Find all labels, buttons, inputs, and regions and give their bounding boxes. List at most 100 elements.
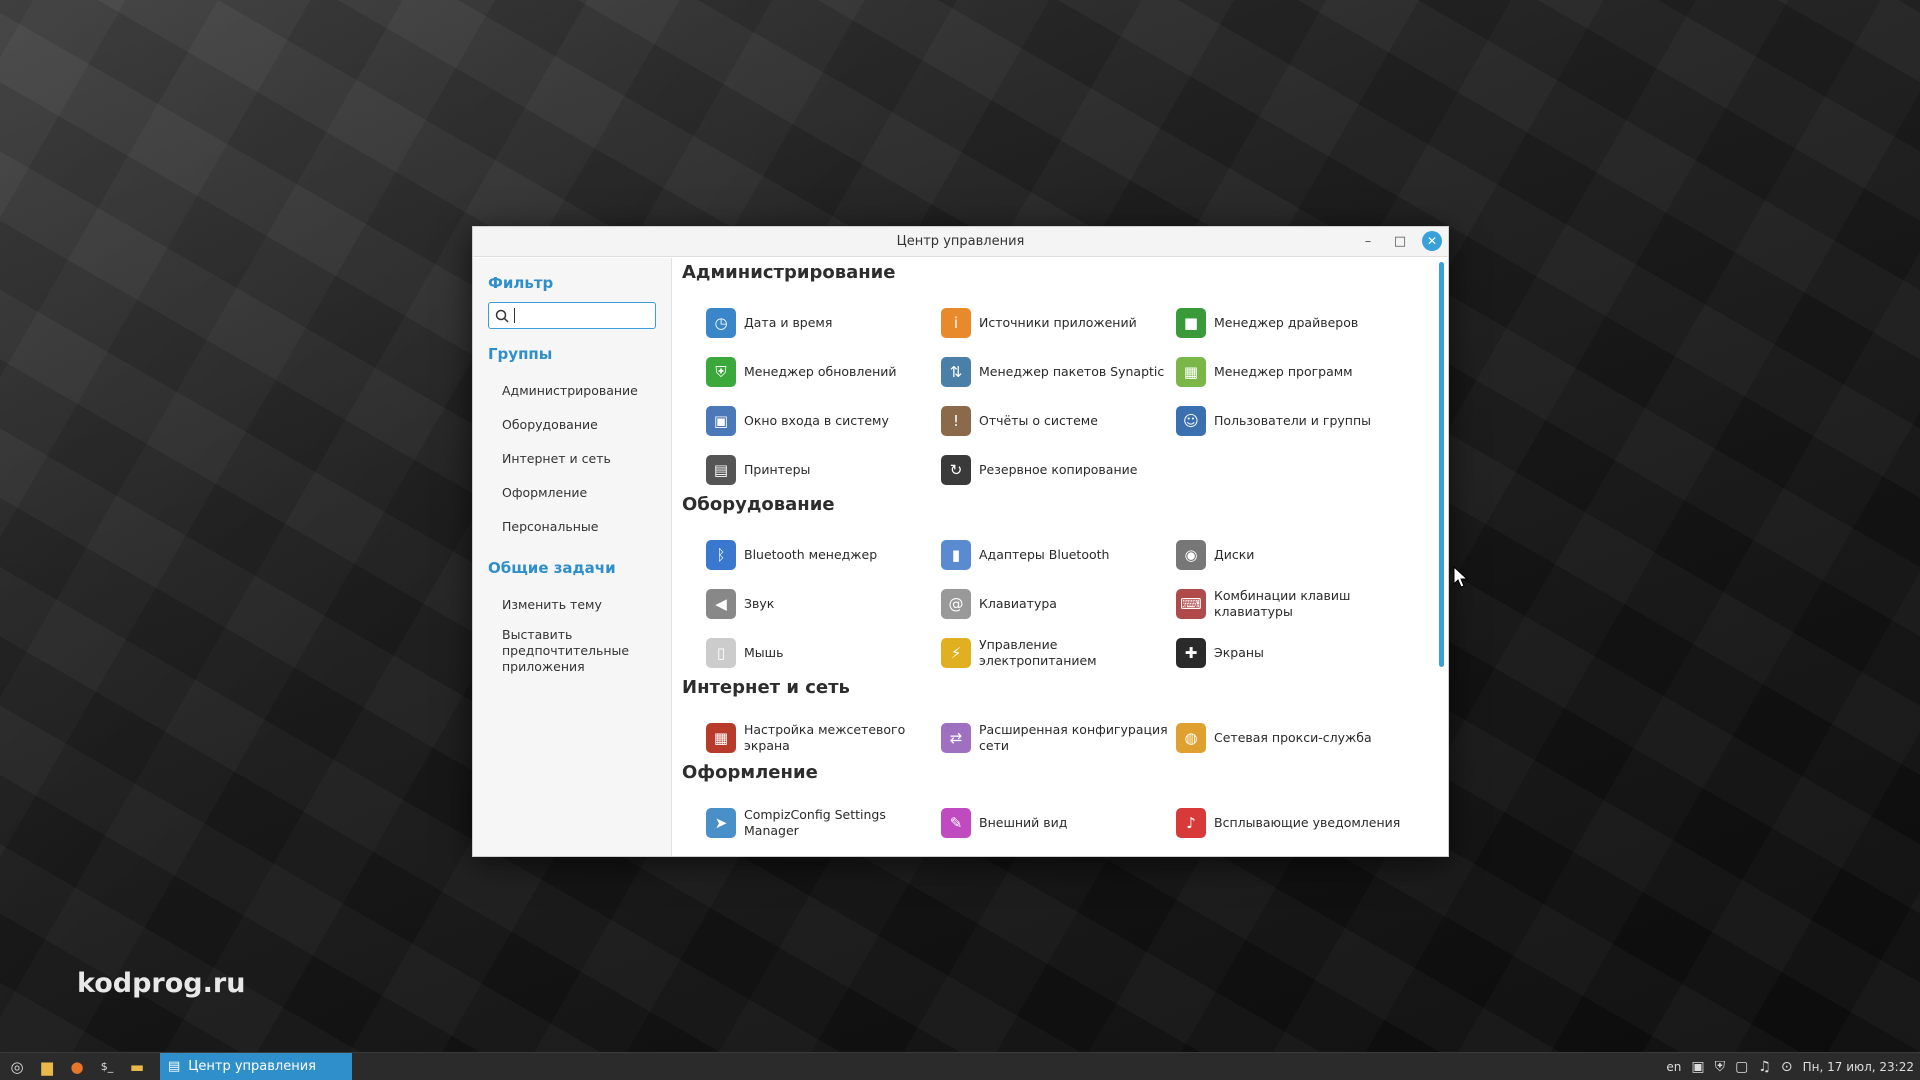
clock[interactable]: Пн, 17 июл, 23:22 [1803,1060,1914,1074]
applet-label: Клавиатура [979,595,1057,611]
power-icon: ⚡ [941,637,971,668]
applet-item[interactable]: ▣ Окно входа в систему [706,396,941,445]
bell-icon: ♪ [1176,807,1206,838]
display-icon: ✚ [1176,637,1206,668]
applet-item[interactable]: ⇄ Расширенная конфигурация сети [941,713,1176,762]
applet-label: Источники приложений [979,314,1137,330]
groups-list: Администрирование Оборудование Интернет … [488,373,671,543]
group-link[interactable]: Интернет и сеть [488,441,671,475]
watermark: kodprog.ru [77,968,246,999]
applet-item[interactable]: i Источники приложений [941,298,1176,347]
applet-item[interactable]: ⌨ Комбинации клавиш клавиатуры [1176,579,1411,628]
applet-label: Диски [1214,546,1255,562]
applet-item[interactable]: ✚ Экраны [1176,628,1411,677]
applet-grid: ➤ CompizConfig Settings Manager ✎ Внешний в… [706,798,1448,847]
applet-item[interactable]: ◍ Сетевая прокси-служба [1176,713,1411,762]
group-link[interactable]: Персональные [488,509,671,543]
applet-grid: ᛒ Bluetooth менеджер ▮ Адаптеры Bluetooth ◉ Д… [706,530,1448,677]
applet-label: Внешний вид [979,814,1068,830]
applet-item[interactable]: ▤ Принтеры [706,445,941,494]
tasks-heading: Общие задачи [488,559,616,577]
applet-label: Расширенная конфигурация сети [979,721,1168,753]
applet-item[interactable]: @ Клавиатура [941,579,1176,628]
applet-label: Адаптеры Bluetooth [979,546,1110,562]
applets-panel: Администрирование ◷ Дата и время i Источники… [672,258,1448,856]
applet-item[interactable]: ◷ Дата и время [706,298,941,347]
applet-item[interactable]: ♪ Всплывающие уведомления [1176,798,1411,847]
window-titlebar[interactable]: Центр управления – □ ✕ [473,227,1448,257]
task-link[interactable]: Изменить тему [488,587,671,621]
task-link[interactable]: Выставить предпочтительные приложения [488,621,638,675]
applet-label: Дата и время [744,314,833,330]
applet-label: Резервное копирование [979,461,1138,477]
taskbar-window-button[interactable]: ▤ Центр управления [160,1052,352,1080]
applet-item[interactable]: ᛒ Bluetooth менеджер [706,530,941,579]
printer-icon: ▤ [706,454,736,485]
applet-item[interactable]: ✎ Внешний вид [941,798,1176,847]
applet-label: Bluetooth менеджер [744,546,878,562]
applet-item[interactable]: ➤ CompizConfig Settings Manager [706,798,941,847]
applet-label: Менеджер обновлений [744,363,897,379]
applet-item[interactable]: ▦ Менеджер программ [1176,347,1411,396]
applet-item[interactable]: ⇅ Менеджер пакетов Synaptic [941,347,1176,396]
control-center-icon: ▤ [168,1059,181,1074]
applet-label: Менеджер пакетов Synaptic [979,363,1165,379]
applet-label: Отчёты о системе [979,412,1098,428]
applet-item[interactable]: ◀ Звук [706,579,941,628]
section-title: Администрирование [682,262,896,283]
applet-item[interactable]: ▦ Настройка межсетевого экрана [706,713,941,762]
applet-item[interactable]: ! Отчёты о системе [941,396,1176,445]
applet-label: Пользователи и группы [1214,412,1371,428]
applet-item[interactable]: ▯ Мышь [706,628,941,677]
microphone-icon[interactable]: ⊙ [1781,1059,1793,1075]
applet-item[interactable]: ◉ Диски [1176,530,1411,579]
section-title: Интернет и сеть [682,677,850,698]
firefox-icon[interactable]: ● [64,1056,90,1078]
shield-tray-icon[interactable]: ⛨ [1715,1059,1726,1075]
folder-icon[interactable]: ▬ [124,1056,150,1078]
close-button[interactable]: ✕ [1422,231,1442,251]
group-link[interactable]: Администрирование [488,373,671,407]
control-center-window: Центр управления – □ ✕ Фильтр Группы Адм… [472,226,1449,857]
backup-icon: ↻ [941,454,971,485]
applet-item[interactable]: ↻ Резервное копирование [941,445,1176,494]
clipboard-icon[interactable]: ▣ [1691,1059,1704,1075]
taskbar: ◎ ▆ ● $_ ▬ ▤ Центр управления en ▣ ⛨ ▢ ♫… [0,1052,1920,1080]
disk-icon: ◉ [1176,539,1206,570]
minimize-button[interactable]: – [1358,231,1378,251]
files-icon[interactable]: ▆ [34,1056,60,1078]
applet-item[interactable]: ⚡ Управление электропитанием [941,628,1176,677]
window-title: Центр управления [896,234,1025,249]
applet-label: Принтеры [744,461,811,477]
scrollbar[interactable] [1439,262,1444,667]
volume-icon[interactable]: ♫ [1758,1059,1771,1075]
applet-item[interactable]: ■ Менеджер драйверов [1176,298,1411,347]
taskbar-window-label: Центр управления [188,1059,316,1074]
tasks-list: Изменить тему Выставить предпочтительные… [488,587,671,675]
applet-label: Менеджер драйверов [1214,314,1359,330]
mint-menu-icon[interactable]: ◎ [4,1056,30,1078]
applet-label: CompizConfig Settings Manager [744,806,886,838]
keyboard-layout[interactable]: en [1666,1060,1681,1074]
brush-icon: ✎ [941,807,971,838]
group-link[interactable]: Оформление [488,475,671,509]
info-icon: i [941,307,971,338]
keyboard-icon: @ [941,588,971,619]
applet-label: Сетевая прокси-служба [1214,729,1372,745]
applet-item[interactable]: ☺ Пользователи и группы [1176,396,1411,445]
applet-label: Экраны [1214,644,1264,660]
applet-item[interactable]: ▮ Адаптеры Bluetooth [941,530,1176,579]
network-icon[interactable]: ▢ [1735,1059,1748,1075]
system-tray: en ▣ ⛨ ▢ ♫ ⊙ Пн, 17 июл, 23:22 [1666,1053,1914,1080]
terminal-icon[interactable]: $_ [94,1056,120,1078]
group-link[interactable]: Оборудование [488,407,671,441]
section-title: Оборудование [682,494,835,515]
applet-item[interactable]: ⛨ Менеджер обновлений [706,347,941,396]
sidebar: Фильтр Группы Администрирование Оборудов… [473,258,672,856]
search-input[interactable] [488,302,656,329]
package-icon: ⇅ [941,356,971,387]
maximize-button[interactable]: □ [1390,231,1410,251]
applet-label: Управление электропитанием [979,636,1097,668]
applet-grid: ◷ Дата и время i Источники приложений ■ Менед… [706,298,1448,494]
mouse-cursor-icon [1453,566,1469,588]
